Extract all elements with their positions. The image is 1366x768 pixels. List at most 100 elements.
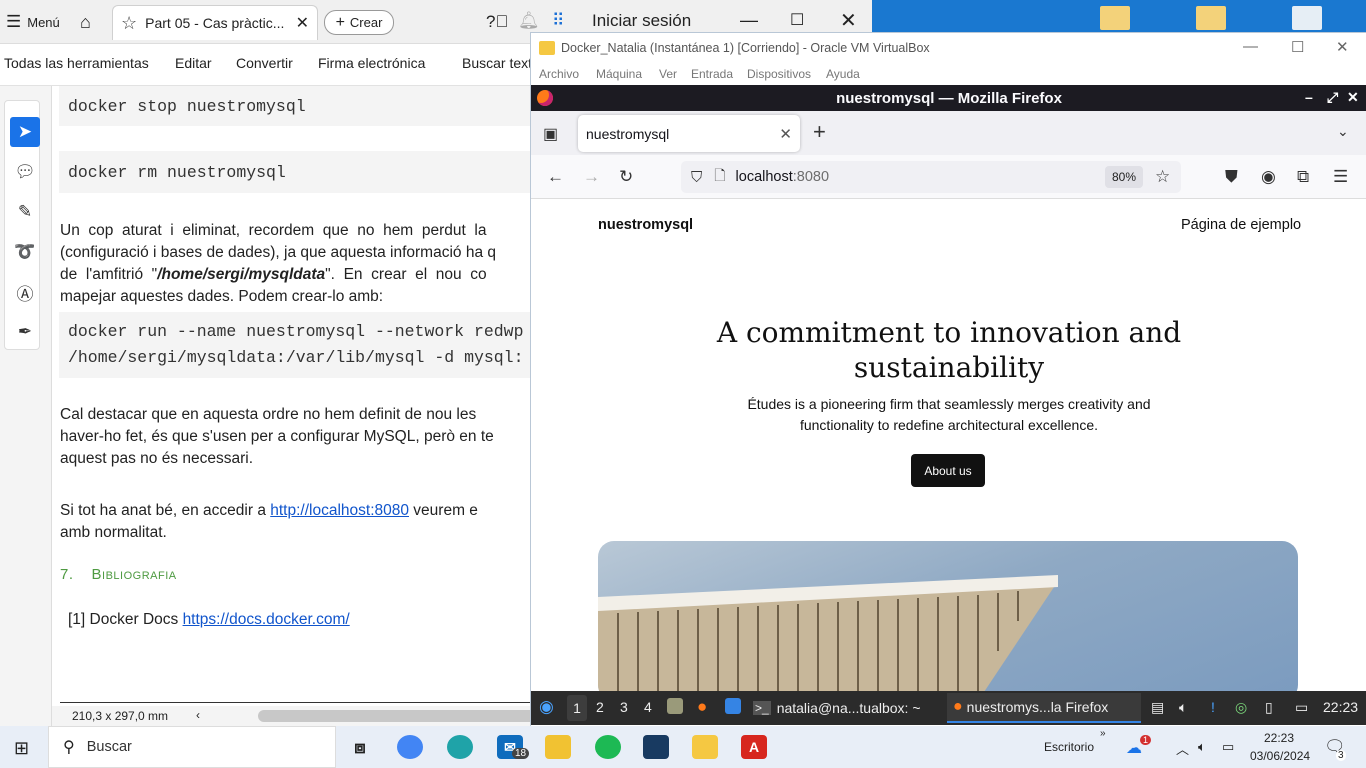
xfce-menu-icon[interactable]: ◉ <box>539 697 554 717</box>
back-icon[interactable]: ← <box>547 167 564 187</box>
menu-maquina[interactable]: Máquina <box>596 67 642 81</box>
comment-icon[interactable]: 💬︎ <box>10 157 40 187</box>
reload-icon[interactable]: ↻ <box>619 167 633 187</box>
network-icon[interactable]: ◎ <box>1235 699 1247 716</box>
file-explorer-icon[interactable] <box>545 735 571 759</box>
bookmark-star-icon[interactable]: ☆ <box>1155 167 1170 187</box>
maximize-icon[interactable]: ⤢ <box>1327 89 1338 106</box>
new-tab-icon[interactable]: + <box>813 119 826 145</box>
notes-icon[interactable] <box>692 735 718 759</box>
horizontal-scrollbar[interactable] <box>258 710 558 722</box>
file-manager-icon[interactable] <box>667 698 683 717</box>
firefox-icon[interactable]: ● <box>697 697 707 717</box>
tool-find-text[interactable]: Buscar text <box>462 55 532 71</box>
quick-tools-group: ➤ 💬︎ ✎ ➰ Ⓐ ✒ <box>4 100 40 350</box>
desktop-icon[interactable] <box>725 698 741 717</box>
clipboard-manager-icon[interactable]: ▯ <box>1265 699 1273 716</box>
document-tab[interactable]: ☆ Part 05 - Cas pràctic... ✕ <box>112 5 318 40</box>
docker-docs-link[interactable]: https://docs.docker.com/ <box>183 611 350 628</box>
close-tab-icon[interactable]: ✕ <box>779 125 792 143</box>
chevron-down-icon[interactable]: ⌄ <box>1337 123 1349 140</box>
notification-icon[interactable]: ! <box>1211 699 1215 715</box>
signin-button[interactable]: Iniciar sesión <box>592 11 691 31</box>
display-icon[interactable]: ▭ <box>1295 699 1308 716</box>
volume-icon[interactable]: 🔈︎ <box>1179 699 1187 716</box>
clipboard-icon[interactable]: ▤ <box>1151 699 1164 716</box>
account-icon[interactable]: ◉ <box>1261 167 1276 187</box>
sign-icon[interactable]: ✒ <box>10 317 40 347</box>
window-title: Docker_Natalia (Instantánea 1) [Corriend… <box>561 40 930 55</box>
menu-button[interactable]: ☰ Menú <box>6 12 60 32</box>
star-icon[interactable]: ☆ <box>121 13 137 34</box>
minimize-icon[interactable]: — <box>1243 38 1258 55</box>
workspace-3[interactable]: 3 <box>620 699 628 715</box>
workspace-2[interactable]: 2 <box>596 699 604 715</box>
acrobat-icon[interactable]: A <box>741 735 767 759</box>
chevron-left-icon[interactable]: ‹ <box>196 708 200 722</box>
menu-ver[interactable]: Ver <box>659 67 677 81</box>
firefox-view-icon[interactable]: ▣ <box>543 124 558 144</box>
localhost-link[interactable]: http://localhost:8080 <box>270 502 409 519</box>
menu-entrada[interactable]: Entrada <box>691 67 733 81</box>
highlight-pen-icon[interactable]: ✎ <box>10 197 40 227</box>
menu-ayuda[interactable]: Ayuda <box>826 67 860 81</box>
browser-tab[interactable]: nuestromysql ✕ <box>578 115 800 152</box>
pocket-icon[interactable]: ⛊ <box>1225 167 1238 187</box>
workspace-1[interactable]: 1 <box>567 695 587 721</box>
close-icon[interactable]: ✕ <box>1347 89 1359 106</box>
close-icon[interactable]: ✕ <box>1336 38 1349 56</box>
edge-icon[interactable] <box>447 735 473 759</box>
recycle-bin-icon[interactable] <box>1292 6 1322 30</box>
chevron-right-icon[interactable]: » <box>1100 728 1106 739</box>
menu-archivo[interactable]: Archivo <box>539 67 579 81</box>
url-bar[interactable]: ⛉ 🗋 localhost:8080 80% ☆ <box>681 161 1181 193</box>
minimize-icon[interactable]: – <box>1305 89 1313 105</box>
hamburger-icon[interactable]: ☰ <box>1333 167 1348 187</box>
tool-esign[interactable]: Firma electrónica <box>318 55 425 71</box>
taskbar-time[interactable]: 22:23 <box>1264 731 1294 745</box>
taskbar-date[interactable]: 03/06/2024 <box>1250 749 1310 763</box>
quick-tools-panel: ➤ 💬︎ ✎ ➰ Ⓐ ✒ <box>0 86 52 726</box>
network-icon[interactable]: ▭ <box>1222 739 1234 755</box>
volume-icon[interactable]: 🔈︎ <box>1198 739 1206 755</box>
folder-icon[interactable] <box>1100 6 1130 30</box>
taskbar-search[interactable]: ⚲ Buscar <box>48 726 336 768</box>
extensions-icon[interactable]: ⧉ <box>1297 167 1309 187</box>
close-icon[interactable]: ✕ <box>840 8 857 33</box>
virtualbox-icon[interactable] <box>643 735 669 759</box>
windows-start-icon[interactable]: ⊞ <box>14 738 29 759</box>
xfce-clock[interactable]: 22:23 <box>1323 699 1358 715</box>
create-button[interactable]: + Crear <box>324 10 394 35</box>
taskbar-firefox[interactable]: ● nuestromys...la Firefox <box>947 693 1141 723</box>
chrome-icon[interactable] <box>397 735 423 759</box>
draw-freehand-icon[interactable]: ➰ <box>10 237 40 267</box>
chevron-up-icon[interactable]: ︿ <box>1176 739 1189 758</box>
spotify-icon[interactable] <box>595 735 621 759</box>
forward-icon[interactable]: → <box>583 167 600 187</box>
zoom-indicator[interactable]: 80% <box>1105 166 1143 188</box>
nav-link[interactable]: Página de ejemplo <box>1181 217 1301 233</box>
help-icon[interactable]: ?⃝ <box>486 12 508 32</box>
shield-icon[interactable]: ⛉ <box>691 169 702 186</box>
site-title[interactable]: nuestromysql <box>598 217 693 233</box>
select-cursor-icon[interactable]: ➤ <box>10 117 40 147</box>
tool-edit[interactable]: Editar <box>175 55 212 71</box>
taskbar-terminal[interactable]: >_ natalia@na...tualbox: ~ <box>753 695 943 721</box>
maximize-icon[interactable]: ☐ <box>790 10 804 30</box>
bell-icon[interactable]: 🔔︎ <box>518 11 540 31</box>
close-icon[interactable]: ✕ <box>296 13 309 33</box>
tool-convert[interactable]: Convertir <box>236 55 293 71</box>
minimize-icon[interactable]: — <box>740 10 758 31</box>
tool-all-tools[interactable]: Todas las herramientas <box>4 55 149 71</box>
page-dimensions: 210,3 x 297,0 mm <box>72 709 169 723</box>
folder-icon[interactable] <box>1196 6 1226 30</box>
text-box-icon[interactable]: Ⓐ <box>10 277 40 307</box>
home-icon[interactable]: ⌂ <box>80 12 91 33</box>
workspace-4[interactable]: 4 <box>644 699 652 715</box>
task-view-icon[interactable]: ⧈ <box>347 735 373 759</box>
about-us-button[interactable]: About us <box>911 454 985 487</box>
maximize-icon[interactable]: ☐ <box>1291 38 1304 56</box>
desktop-toolbar-label[interactable]: Escritorio <box>1044 740 1094 754</box>
menu-dispositivos[interactable]: Dispositivos <box>747 67 811 81</box>
apps-grid-icon[interactable]: ⠿ <box>552 11 564 31</box>
